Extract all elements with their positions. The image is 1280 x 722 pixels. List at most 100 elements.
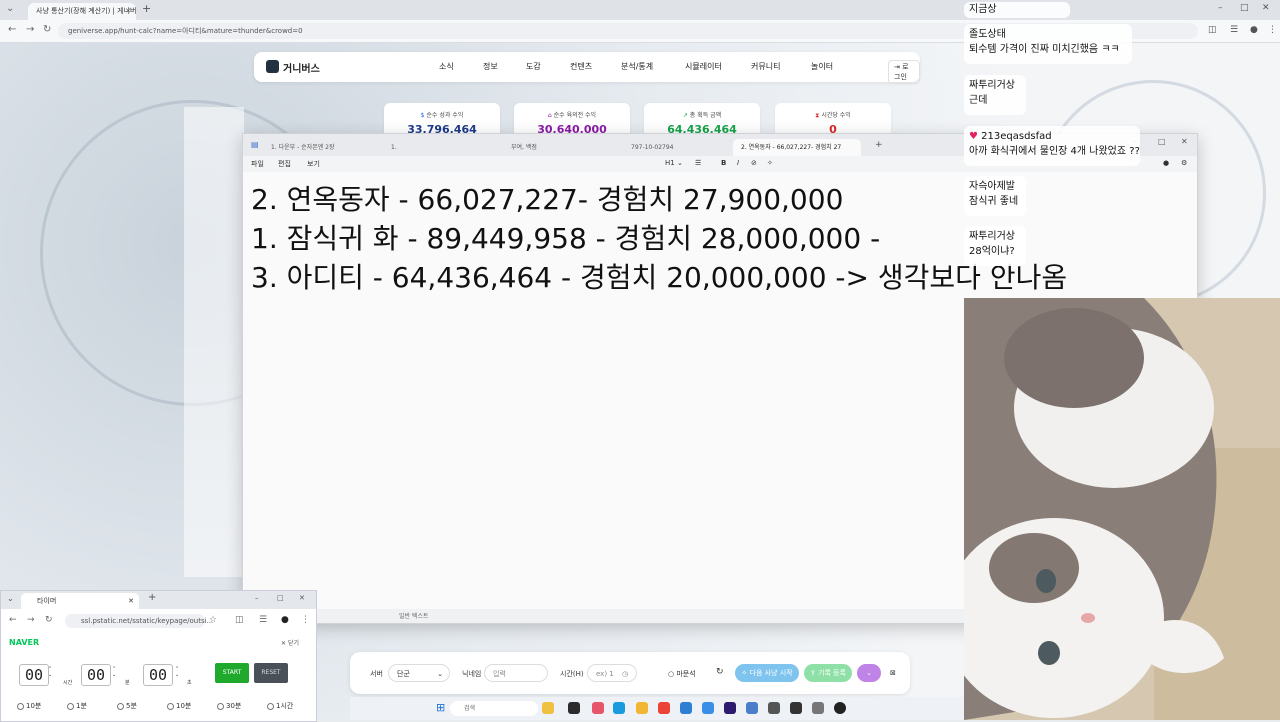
preset-10min-b[interactable]: 10분: [167, 701, 191, 711]
timer-reset-button[interactable]: RESET: [254, 663, 288, 683]
more-dropdown-button[interactable]: ⌄: [857, 664, 881, 682]
server-select[interactable]: 단군 ⌄: [388, 664, 450, 682]
profile-icon[interactable]: ●: [1250, 25, 1258, 35]
tab-search-icon[interactable]: ⌄: [6, 3, 14, 14]
new-tab-icon[interactable]: +: [148, 592, 156, 603]
reload-icon[interactable]: ↻: [45, 615, 53, 625]
menu-item-news[interactable]: 소식: [439, 61, 454, 72]
back-icon[interactable]: ←: [9, 615, 17, 625]
timer-start-button[interactable]: START: [215, 663, 249, 683]
preset-10min[interactable]: 10분: [17, 701, 41, 711]
notepad-text-area[interactable]: 2. 연옥동자 - 66,027,227- 경험치 27,900,000 1. …: [251, 180, 1067, 297]
bookmarks-icon[interactable]: ☰: [259, 615, 267, 625]
forward-icon[interactable]: →: [27, 615, 35, 625]
minimize-icon[interactable]: –: [255, 594, 259, 602]
bookmarks-icon[interactable]: ☰: [1230, 25, 1238, 35]
preset-30min[interactable]: 30분: [217, 701, 241, 711]
maximize-icon[interactable]: □: [277, 594, 284, 602]
edge-icon[interactable]: [613, 702, 625, 714]
photos-icon[interactable]: [702, 702, 714, 714]
notepad-tab[interactable]: 797-10-02794: [613, 139, 731, 156]
menu-item-stats[interactable]: 분석/통계: [621, 61, 653, 72]
notepad-tab[interactable]: 1. 다운부 - 순자본엔 2장: [253, 139, 375, 156]
windows-start-icon[interactable]: ⊞: [436, 701, 445, 714]
chrome-icon[interactable]: [658, 702, 670, 714]
new-tab-icon[interactable]: +: [142, 2, 151, 15]
minutes-display[interactable]: 00: [81, 664, 111, 686]
menu-item-simulator[interactable]: 시뮬레이터: [685, 61, 722, 72]
menu-edit[interactable]: 편집: [278, 159, 291, 169]
back-icon[interactable]: ←: [8, 24, 16, 35]
close-window-icon[interactable]: ✕: [1181, 137, 1188, 146]
link-icon[interactable]: ⊘: [751, 159, 757, 167]
timer-address-bar[interactable]: ssl.pstatic.net/sstatic/keypage/outsi...: [65, 614, 213, 628]
menu-icon[interactable]: ⋮: [301, 615, 310, 625]
close-window-icon[interactable]: ✕: [299, 594, 305, 602]
taskbar-search[interactable]: 검색: [450, 701, 538, 716]
tab-search-icon[interactable]: ⌄: [7, 594, 14, 603]
time-input[interactable]: ex) 1 ◷: [587, 664, 637, 682]
hours-display[interactable]: 00: [19, 664, 49, 686]
maximize-icon[interactable]: □: [1240, 3, 1249, 13]
notepad-tab[interactable]: 1.: [373, 139, 483, 156]
notepad-tab-active[interactable]: 2. 연옥동자 - 66,027,227- 경험치 27: [733, 139, 861, 156]
profile-icon[interactable]: ●: [281, 615, 289, 625]
bookmark-star-icon[interactable]: ☆: [209, 615, 217, 625]
premiere-icon[interactable]: [724, 702, 736, 714]
minutes-stepper[interactable]: ⌃ ⌄: [112, 666, 116, 678]
capture-icon[interactable]: [790, 702, 802, 714]
bonus-checkbox[interactable]: ○ 마문석: [668, 669, 696, 679]
next-hunt-button[interactable]: ✧ 다음 사냥 시작: [735, 664, 799, 682]
notepad-tab[interactable]: 부여, 백점: [493, 139, 603, 156]
menu-icon[interactable]: ⋮: [1268, 25, 1277, 35]
bold-icon[interactable]: B: [721, 159, 726, 167]
login-button[interactable]: ⇥ 로그인: [888, 60, 920, 84]
refresh-icon[interactable]: ↻: [716, 667, 724, 677]
nickname-input[interactable]: 입력: [484, 664, 548, 682]
obs-icon[interactable]: [834, 702, 846, 714]
clear-format-icon[interactable]: ✧: [767, 159, 773, 167]
record-button[interactable]: ⇪ 기록 등록: [804, 664, 852, 682]
task-view-icon[interactable]: [568, 702, 580, 714]
extensions-icon[interactable]: ◫: [1208, 25, 1217, 35]
close-tab-icon[interactable]: ✕: [125, 3, 131, 20]
preset-1hour[interactable]: 1시간: [267, 701, 293, 711]
file-explorer-icon[interactable]: [636, 702, 648, 714]
list-icon[interactable]: ☰: [695, 159, 701, 167]
close-tab-icon[interactable]: ✕: [128, 593, 134, 609]
account-icon[interactable]: ●: [1163, 159, 1169, 167]
app-icon[interactable]: [680, 702, 692, 714]
close-window-icon[interactable]: ✕: [1262, 3, 1270, 13]
menu-file[interactable]: 파일: [251, 159, 264, 169]
timer-tab[interactable]: 타이머 ✕: [21, 593, 139, 609]
app-icon[interactable]: [812, 702, 824, 714]
menu-item-playground[interactable]: 놀이터: [811, 61, 833, 72]
hours-stepper[interactable]: ⌃ ⌄: [48, 666, 52, 678]
app-icon[interactable]: [768, 702, 780, 714]
minimize-icon[interactable]: –: [1218, 3, 1223, 13]
reload-icon[interactable]: ↻: [43, 24, 51, 35]
extensions-icon[interactable]: ◫: [235, 615, 244, 625]
menu-item-info[interactable]: 정보: [483, 61, 498, 72]
forward-icon[interactable]: →: [26, 24, 34, 35]
notepad-icon[interactable]: [746, 702, 758, 714]
menu-item-dex[interactable]: 도감: [526, 61, 541, 72]
preset-5min[interactable]: 5분: [117, 701, 137, 711]
site-logo[interactable]: 거니버스: [283, 60, 320, 75]
close-timer-link[interactable]: ✕ 닫기: [281, 638, 299, 647]
menu-view[interactable]: 보기: [307, 159, 320, 169]
collapse-icon[interactable]: ⊠: [890, 669, 896, 677]
italic-icon[interactable]: I: [737, 159, 739, 167]
browser-tab-active[interactable]: 사냥 통산기(장해 계산기) | 게니버스 ✕: [28, 3, 136, 20]
seconds-display[interactable]: 00: [143, 664, 173, 686]
widget-icon[interactable]: [542, 702, 554, 714]
menu-item-community[interactable]: 커뮤니티: [751, 61, 780, 72]
copilot-icon[interactable]: [592, 702, 604, 714]
new-tab-icon[interactable]: +: [875, 140, 883, 150]
settings-icon[interactable]: ⚙: [1181, 159, 1187, 167]
heading-dropdown[interactable]: H1 ⌄: [665, 159, 683, 167]
menu-item-content[interactable]: 컨텐츠: [570, 61, 592, 72]
seconds-stepper[interactable]: ⌃ ⌄: [175, 666, 179, 678]
preset-1min[interactable]: 1분: [67, 701, 87, 711]
maximize-icon[interactable]: □: [1158, 137, 1166, 146]
